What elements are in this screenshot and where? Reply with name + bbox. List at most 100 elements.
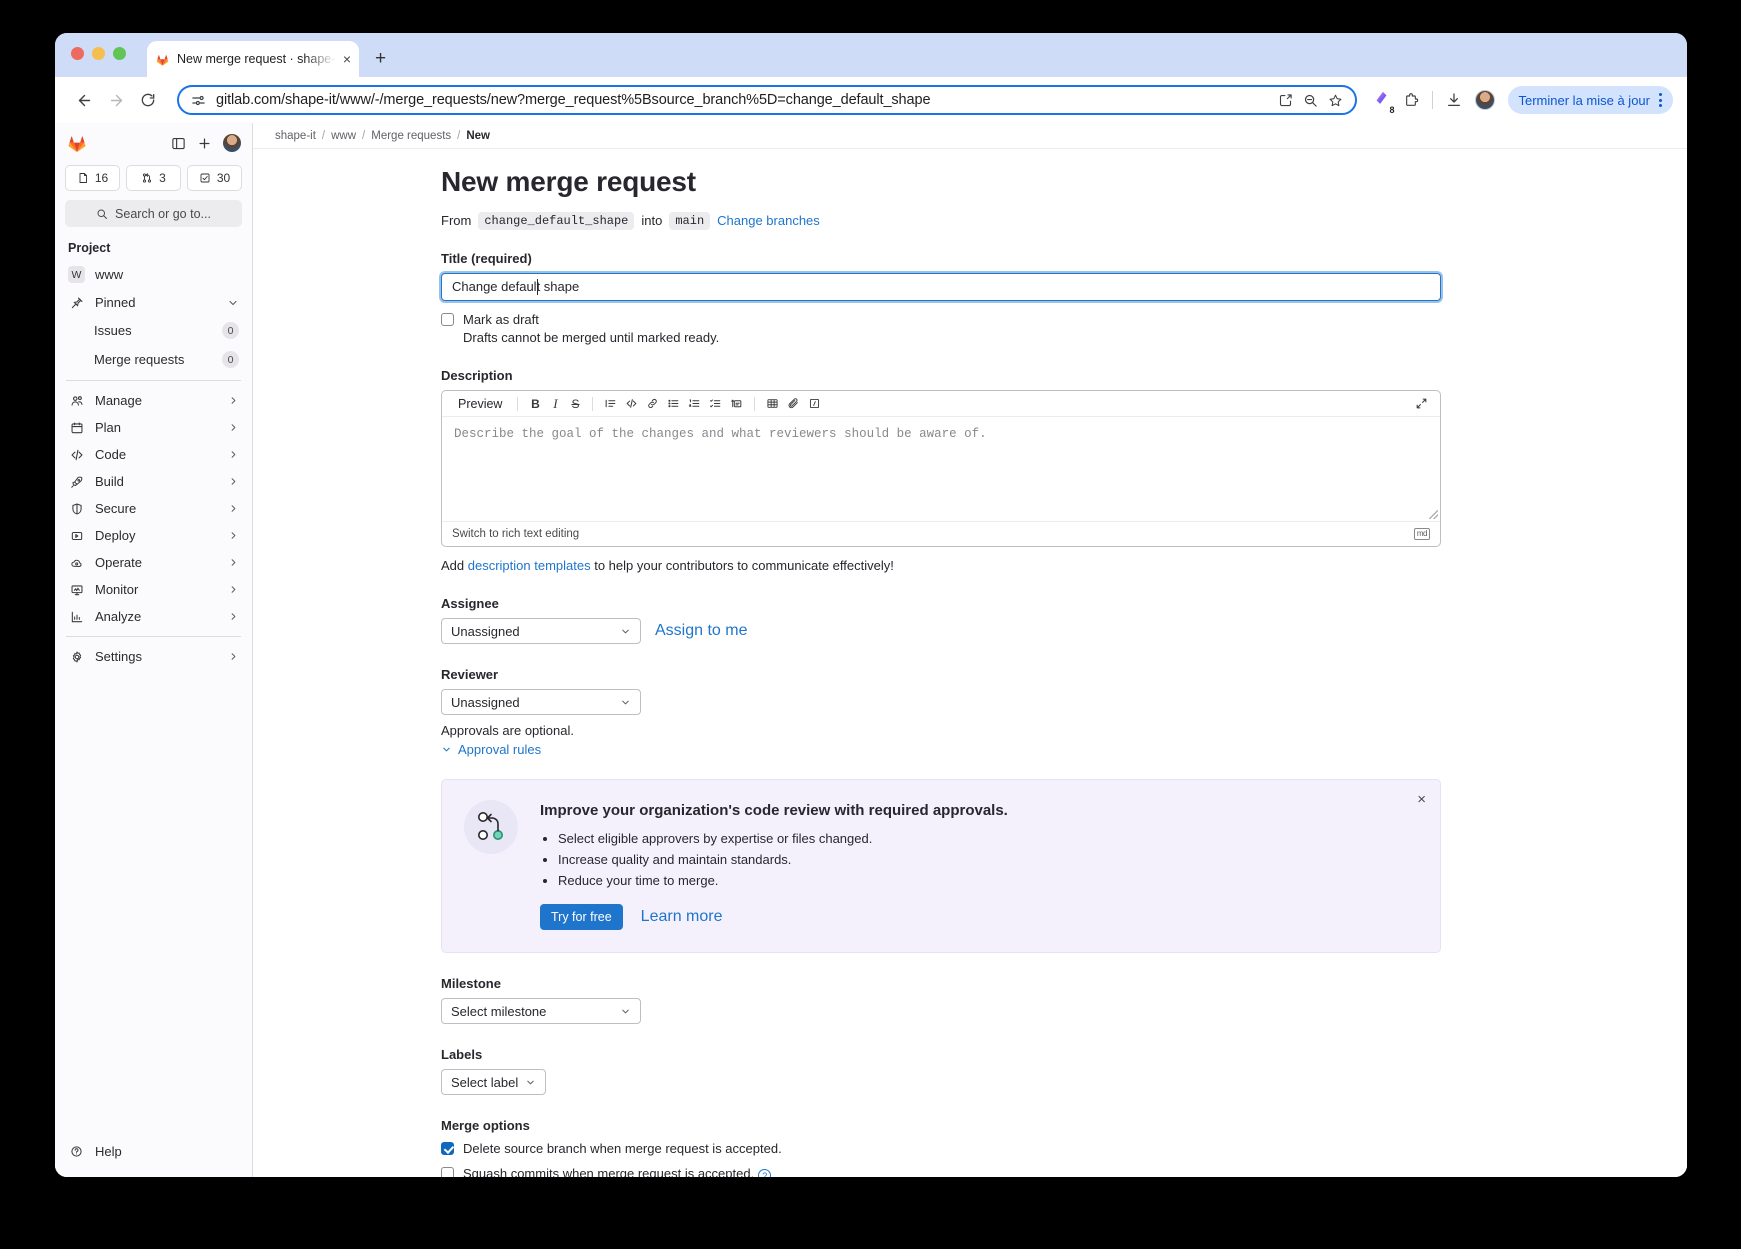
reviewer-select[interactable]: Unassigned xyxy=(441,689,641,716)
sidebar-item-plan[interactable]: Plan xyxy=(55,414,252,441)
todos-counter[interactable]: 30 xyxy=(187,165,242,191)
chevron-right-icon[interactable] xyxy=(228,395,239,406)
description-templates-link[interactable]: description templates xyxy=(468,558,591,573)
attach-file-icon[interactable] xyxy=(783,394,804,414)
chevron-right-icon[interactable] xyxy=(228,476,239,487)
create-new-icon[interactable] xyxy=(197,136,212,151)
task-list-icon[interactable] xyxy=(705,394,726,414)
description-textarea[interactable]: Describe the goal of the changes and wha… xyxy=(442,417,1440,521)
chevron-right-icon[interactable] xyxy=(228,611,239,622)
strikethrough-icon[interactable]: S xyxy=(565,394,585,414)
try-for-free-button[interactable]: Try for free xyxy=(540,904,623,931)
merge-requests-counter[interactable]: 3 xyxy=(126,165,181,191)
approval-graph-icon xyxy=(464,800,518,855)
chrome-menu-icon[interactable] xyxy=(1659,93,1662,107)
maximize-window-button[interactable] xyxy=(113,47,126,60)
numbered-list-icon[interactable] xyxy=(684,394,705,414)
breadcrumb-merge-requests[interactable]: Merge requests xyxy=(371,130,451,142)
chevron-right-icon[interactable] xyxy=(228,503,239,514)
italic-icon[interactable]: I xyxy=(545,394,565,414)
forward-button[interactable] xyxy=(101,85,131,115)
user-avatar[interactable] xyxy=(223,134,241,152)
sidebar-item-pinned[interactable]: Pinned xyxy=(55,289,252,316)
reload-button[interactable] xyxy=(133,85,163,115)
assign-to-me-link[interactable]: Assign to me xyxy=(655,622,747,640)
new-tab-button[interactable]: + xyxy=(375,49,386,68)
bold-icon[interactable]: B xyxy=(525,394,545,414)
learn-more-link[interactable]: Learn more xyxy=(641,908,723,926)
code-icon[interactable] xyxy=(621,394,642,414)
sidebar-item-issues[interactable]: Issues 0 xyxy=(55,316,252,345)
minimize-window-button[interactable] xyxy=(92,47,105,60)
blockquote-icon[interactable] xyxy=(600,394,621,414)
sidebar-item-manage[interactable]: Manage xyxy=(55,387,252,414)
sidebar-item-settings[interactable]: Settings xyxy=(55,643,252,670)
close-window-button[interactable] xyxy=(71,47,84,60)
users-icon xyxy=(68,394,85,408)
extension-icon[interactable]: 8 xyxy=(1373,89,1395,115)
browser-tab[interactable]: New merge request · shape-it × xyxy=(147,41,359,77)
sidebar-item-code[interactable]: Code xyxy=(55,441,252,468)
sidebar-item-deploy[interactable]: Deploy xyxy=(55,522,252,549)
close-icon[interactable]: × xyxy=(1417,792,1426,807)
chevron-right-icon[interactable] xyxy=(228,422,239,433)
profile-avatar-icon[interactable] xyxy=(1474,90,1495,110)
breadcrumb: shape-it / www / Merge requests / New xyxy=(253,123,1687,149)
zoom-out-icon[interactable] xyxy=(1303,93,1318,108)
gitlab-logo[interactable] xyxy=(66,132,88,154)
site-settings-icon[interactable] xyxy=(191,93,206,108)
title-input[interactable] xyxy=(439,270,1443,303)
table-icon[interactable] xyxy=(762,394,783,414)
toolbar-right-actions: 8 Terminer la mise à jour xyxy=(1369,86,1673,115)
insert-comment-template-icon[interactable] xyxy=(804,394,825,414)
approval-rules-toggle[interactable]: Approval rules xyxy=(441,742,1441,757)
page-scroll-area[interactable]: New merge request From change_default_sh… xyxy=(253,149,1687,1177)
bookmark-star-icon[interactable] xyxy=(1328,93,1343,108)
sidebar-item-secure[interactable]: Secure xyxy=(55,495,252,522)
close-tab-button[interactable]: × xyxy=(343,52,351,66)
squash-commits-checkbox[interactable] xyxy=(441,1166,454,1177)
chevron-right-icon[interactable] xyxy=(228,530,239,541)
breadcrumb-group[interactable]: shape-it xyxy=(275,130,316,142)
sidebar-item-merge-requests[interactable]: Merge requests 0 xyxy=(55,345,252,374)
search-input[interactable]: Search or go to... xyxy=(65,200,242,227)
sidebar-item-help[interactable]: Help xyxy=(55,1138,252,1165)
assignee-select[interactable]: Unassigned xyxy=(441,618,641,645)
chevron-right-icon[interactable] xyxy=(228,584,239,595)
breadcrumb-project[interactable]: www xyxy=(331,130,356,142)
help-icon[interactable]: ? xyxy=(758,1169,772,1177)
reviewer-label: Reviewer xyxy=(441,667,499,683)
issues-counter[interactable]: 16 xyxy=(65,165,120,191)
sidebar-item-operate[interactable]: Operate xyxy=(55,549,252,576)
download-icon[interactable] xyxy=(1446,92,1462,108)
collapsible-section-icon[interactable] xyxy=(726,394,747,414)
preview-tab[interactable]: Preview xyxy=(450,397,510,411)
change-branches-link[interactable]: Change branches xyxy=(717,213,820,228)
sidebar-item-analyze[interactable]: Analyze xyxy=(55,603,252,630)
chevron-right-icon[interactable] xyxy=(228,557,239,568)
sidebar-item-monitor[interactable]: Monitor xyxy=(55,576,252,603)
delete-source-branch-checkbox[interactable] xyxy=(441,1142,454,1156)
mark-as-draft-checkbox[interactable] xyxy=(441,312,454,326)
sidebar-item-build[interactable]: Build xyxy=(55,468,252,495)
link-icon[interactable] xyxy=(642,394,663,414)
deploy-icon xyxy=(68,529,85,543)
install-app-icon[interactable] xyxy=(1278,93,1293,108)
resize-handle[interactable] xyxy=(1429,510,1438,520)
help-icon xyxy=(68,1145,85,1158)
milestone-select[interactable]: Select milestone xyxy=(441,998,641,1025)
chevron-down-icon[interactable] xyxy=(227,297,239,309)
chevron-right-icon[interactable] xyxy=(228,449,239,460)
update-button[interactable]: Terminer la mise à jour xyxy=(1507,86,1673,114)
collapse-sidebar-icon[interactable] xyxy=(171,136,186,151)
target-branch: main xyxy=(669,211,711,230)
switch-rich-text-link[interactable]: Switch to rich text editing xyxy=(452,528,579,540)
labels-select[interactable]: Select label xyxy=(441,1069,547,1096)
fullscreen-icon[interactable] xyxy=(1411,394,1432,414)
bullet-list-icon[interactable] xyxy=(663,394,684,414)
sidebar-item-project[interactable]: W www xyxy=(55,260,252,289)
address-bar[interactable]: gitlab.com/shape-it/www/-/merge_requests… xyxy=(177,85,1357,115)
back-button[interactable] xyxy=(69,85,99,115)
chevron-right-icon[interactable] xyxy=(228,651,239,662)
extensions-puzzle-icon[interactable] xyxy=(1403,92,1419,108)
